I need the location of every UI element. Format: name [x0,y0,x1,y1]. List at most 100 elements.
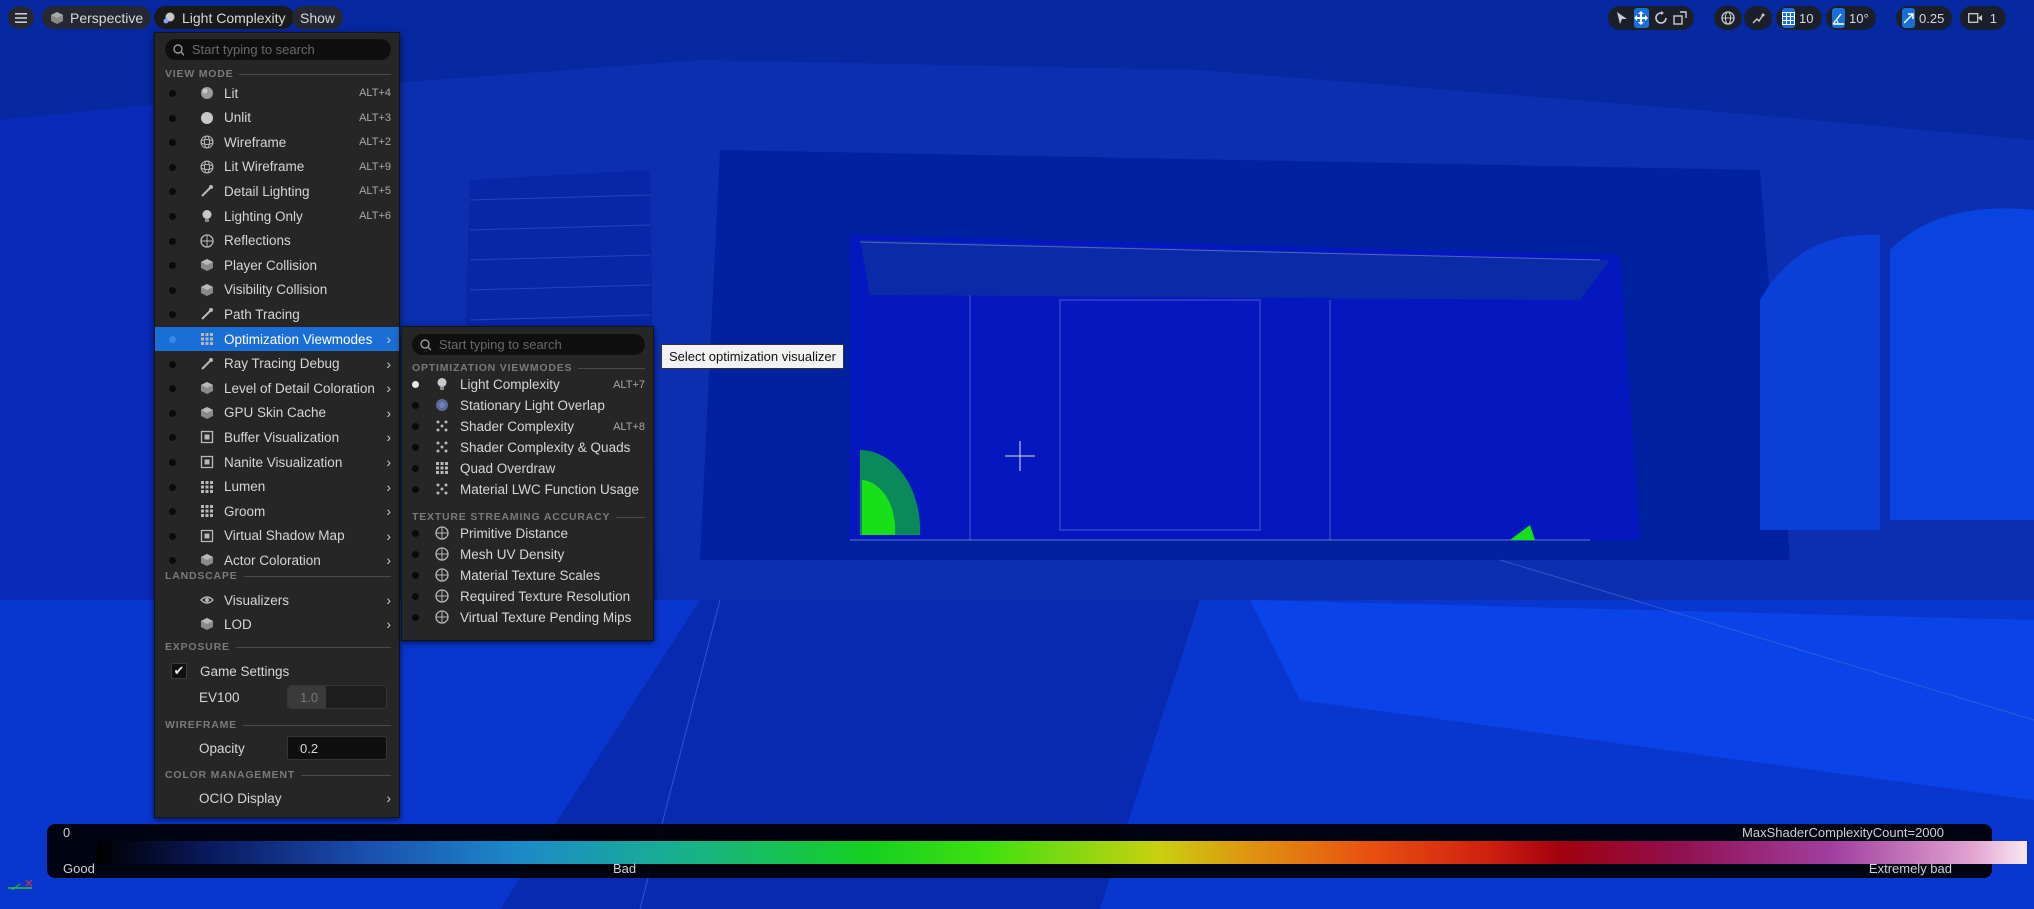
main-menu-search-input[interactable] [189,41,391,58]
scale-snap-value[interactable]: 0.25 [1919,11,1944,26]
radio-bullet [169,90,176,97]
world-space-icon[interactable] [1720,8,1736,28]
view-mode-item-buffer-visualization[interactable]: Buffer Visualization › [155,425,399,449]
view-mode-item-level-of-detail-coloration[interactable]: Level of Detail Coloration › [155,376,399,400]
cube-icon [51,11,63,24]
radio-bullet [412,402,419,409]
shortcut-label: ALT+7 [613,378,645,391]
optimization-item-light-complexity[interactable]: Light Complexity ALT+7 [402,374,653,395]
radio-bullet [169,286,176,294]
game-settings-row[interactable]: ✔ Game Settings [155,659,399,683]
view-mode-item-actor-coloration[interactable]: Actor Coloration › [155,548,399,572]
select-tool-icon[interactable] [1614,8,1630,28]
translate-tool-icon[interactable] [1633,8,1649,28]
complexity-gradient-bar [97,841,2027,864]
texture-item-material-texture-scales[interactable]: Material Texture Scales [402,565,653,586]
view-mode-label: Virtual Shadow Map [224,528,345,544]
view-mode-item-player-collision[interactable]: Player Collision [155,253,399,277]
ocio-display-item[interactable]: OCIO Display › [155,786,399,810]
cube-icon [199,552,215,568]
view-mode-item-reflections[interactable]: Reflections [155,229,399,253]
chevron-right-icon: › [386,454,391,470]
view-mode-item-virtual-shadow-map[interactable]: Virtual Shadow Map › [155,524,399,548]
ev100-field[interactable] [287,685,387,709]
radio-bullet [412,486,419,493]
camera-icon[interactable] [1966,8,1986,28]
view-mode-item-path-tracing[interactable]: Path Tracing [155,302,399,326]
view-mode-menu: VIEW MODE Lit ALT+4 Unlit ALT+3 Wireframe ALT… [154,32,400,818]
checkmark-icon: ✔ [173,663,185,678]
main-menu-search[interactable] [165,39,391,60]
shortcut-label: ALT+9 [359,160,391,173]
radio-bullet [169,483,176,491]
view-mode-item-nanite-visualization[interactable]: Nanite Visualization › [155,450,399,474]
game-settings-label: Game Settings [200,663,290,679]
landscape-item-visualizers[interactable]: Visualizers › [155,588,399,612]
light-complexity-icon [163,12,175,23]
submenu-search-input[interactable] [436,336,645,353]
camera-speed-value[interactable]: 1 [1990,11,1997,26]
optimization-item-stationary-light-overlap[interactable]: Stationary Light Overlap [402,395,653,416]
optimization-label: Shader Complexity [460,419,575,434]
target-icon [434,567,450,583]
optimization-submenu: OPTIMIZATION VIEWMODES Light Complexity A… [401,326,654,641]
view-mode-item-lighting-only[interactable]: Lighting Only ALT+6 [155,204,399,228]
texture-item-primitive-distance[interactable]: Primitive Distance [402,523,653,544]
scale-tool-icon[interactable] [1673,8,1689,28]
texture-item-required-texture-resolution[interactable]: Required Texture Resolution [402,586,653,607]
ev100-input[interactable] [288,688,386,706]
optimization-item-shader-complexity-and-quads[interactable]: Shader Complexity & Quads [402,437,653,458]
game-settings-checkbox[interactable]: ✔ [171,663,187,679]
box-icon [199,528,215,544]
chevron-right-icon: › [386,790,391,806]
texture-item-mesh-uv-density[interactable]: Mesh UV Density [402,544,653,565]
radio-bullet [169,188,176,196]
brush-icon [199,306,215,322]
submenu-search[interactable] [412,334,645,355]
section-color-management: COLOR MANAGEMENT [165,769,391,781]
target-icon [434,609,450,625]
view-mode-item-optimization-viewmodes[interactable]: Optimization Viewmodes › [155,327,399,351]
grid-size-value[interactable]: 10 [1799,11,1813,26]
view-mode-item-gpu-skin-cache[interactable]: GPU Skin Cache › [155,401,399,425]
view-mode-item-lumen[interactable]: Lumen › [155,475,399,499]
surface-snap-icon[interactable] [1750,8,1766,28]
view-mode-item-groom[interactable]: Groom › [155,499,399,523]
grid-snap-icon[interactable] [1782,8,1795,28]
view-mode-button[interactable]: Light Complexity [154,6,294,29]
view-mode-item-visibility-collision[interactable]: Visibility Collision [155,278,399,302]
legend-extremely-bad-label: Extremely bad [1868,861,1952,876]
rotation-snap-value[interactable]: 10° [1849,11,1869,26]
chevron-right-icon: › [386,429,391,446]
radio-bullet [412,444,419,451]
optimization-item-shader-complexity[interactable]: Shader Complexity ALT+8 [402,416,653,437]
rotate-tool-icon[interactable] [1653,8,1669,28]
optimization-item-material-lwc-function-usage[interactable]: Material LWC Function Usage [402,479,653,500]
radio-bullet [169,557,176,565]
view-mode-item-ray-tracing-debug[interactable]: Ray Tracing Debug › [155,352,399,376]
view-mode-item-lit[interactable]: Lit ALT+4 [155,81,399,105]
radio-bullet [169,409,176,417]
optimization-label: Shader Complexity & Quads [460,440,631,455]
radio-bullet [169,532,176,540]
opacity-field[interactable] [287,736,387,760]
perspective-button[interactable]: Perspective [42,6,152,29]
scale-snap-icon[interactable] [1902,8,1915,28]
texture-item-virtual-texture-pending-mips[interactable]: Virtual Texture Pending Mips [402,607,653,628]
landscape-item-lod[interactable]: LOD › [155,612,399,636]
show-button[interactable]: Show [292,6,344,29]
view-mode-item-unlit[interactable]: Unlit ALT+3 [155,106,399,130]
surface-snap [1744,6,1772,30]
view-mode-item-lit-wireframe[interactable]: Lit Wireframe ALT+9 [155,155,399,179]
angle-snap-icon[interactable] [1832,8,1845,28]
texture-label: Mesh UV Density [460,547,565,562]
opacity-input[interactable] [288,739,386,757]
box-icon [199,429,215,445]
radio-bullet [169,385,176,393]
main-menu-button[interactable] [8,6,34,29]
optimization-item-quad-overdraw[interactable]: Quad Overdraw [402,458,653,479]
radio-bullet [412,551,419,558]
view-mode-label: Detail Lighting [224,183,310,199]
view-mode-item-wireframe[interactable]: Wireframe ALT+2 [155,130,399,154]
view-mode-item-detail-lighting[interactable]: Detail Lighting ALT+5 [155,179,399,203]
